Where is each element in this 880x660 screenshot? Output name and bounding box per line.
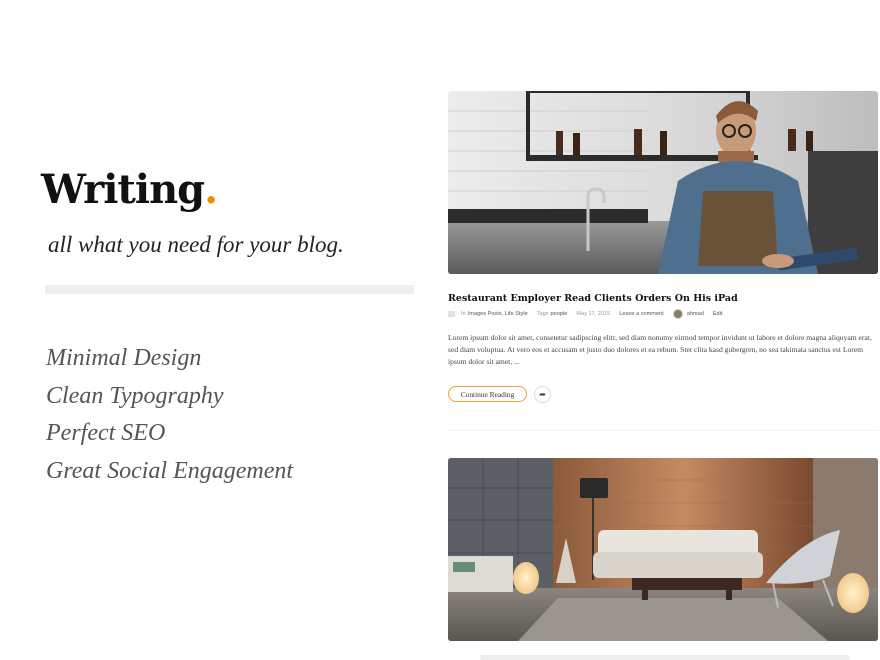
divider — [45, 285, 414, 294]
site-logo[interactable]: Writing. — [41, 170, 218, 210]
author-avatar[interactable] — [672, 309, 683, 319]
meta-comment-link[interactable]: Leave a comment — [619, 311, 663, 317]
meta-tags-prefix: Tags — [536, 311, 549, 317]
logo-dot: . — [204, 166, 218, 213]
logo-text: Writing — [41, 166, 205, 213]
meta-date[interactable]: May 17, 2015 — [576, 311, 610, 317]
cafe-photo — [448, 91, 878, 274]
meta-edit-link[interactable]: Edit — [713, 311, 723, 317]
meta-tags[interactable]: people — [551, 311, 568, 317]
post-separator — [448, 430, 878, 431]
feature-list: Minimal Design Clean Typography Perfect … — [46, 340, 293, 490]
meta-in-prefix: In — [461, 311, 466, 317]
share-icon: ➦ — [539, 390, 546, 399]
tagline: all what you need for your blog. — [48, 232, 344, 257]
feature-item: Minimal Design — [46, 345, 202, 371]
interior-photo — [448, 458, 878, 641]
continue-reading-button[interactable]: Continue Reading — [448, 386, 527, 402]
feature-item: Perfect SEO — [46, 420, 166, 446]
meta-categories[interactable]: Images Posts, Life Style — [468, 311, 528, 317]
post-meta: In Images Posts, Life Style Tags people … — [448, 309, 722, 319]
post-excerpt: Lorem ipsum dolor sit amet, consetetur s… — [448, 333, 872, 366]
share-button[interactable]: ➦ — [534, 386, 551, 403]
meta-author[interactable]: ahmad — [687, 311, 704, 317]
post-title[interactable]: Restaurant Employer Read Clients Orders … — [448, 293, 738, 304]
post-featured-image-2[interactable] — [448, 458, 878, 641]
format-icon — [448, 311, 455, 317]
post-featured-image[interactable] — [448, 91, 878, 274]
post-card-edge — [480, 655, 850, 660]
feature-item: Great Social Engagement — [46, 457, 294, 484]
feature-item: Clean Typography — [46, 382, 224, 409]
